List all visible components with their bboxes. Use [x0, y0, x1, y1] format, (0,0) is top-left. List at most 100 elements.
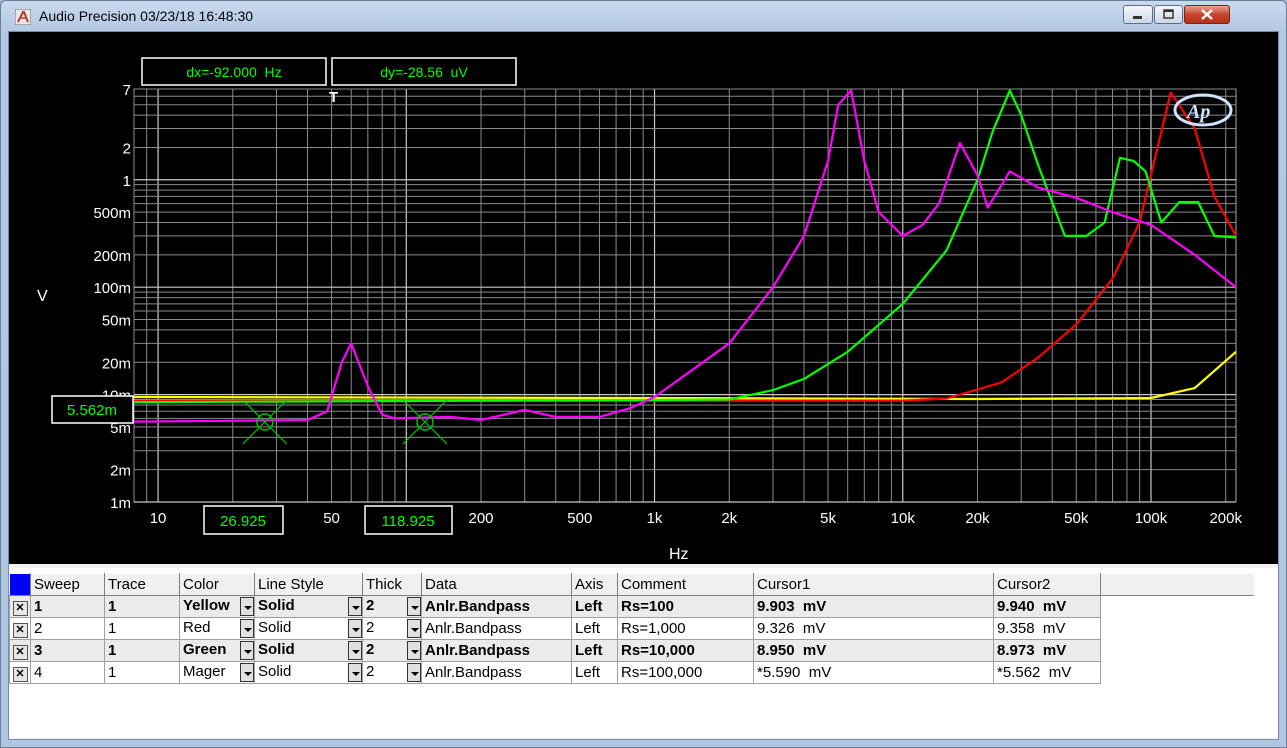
- color-value: Red: [183, 619, 211, 636]
- row-checkbox-cell[interactable]: ✕: [9, 639, 31, 662]
- data-cell[interactable]: Anlr.Bandpass: [421, 661, 572, 684]
- table-row[interactable]: ✕ 2 1 Red Solid 2 Anlr.Bandpass Left Rs=1,000 9.3…: [9, 617, 1254, 640]
- trace-table: Sweep Trace Color Line Style Thick Data …: [9, 573, 1254, 684]
- color-cell[interactable]: Red: [179, 617, 255, 640]
- axis-cell[interactable]: Left: [571, 661, 618, 684]
- comment-cell[interactable]: Rs=100,000: [617, 661, 754, 684]
- thick-value: 2: [366, 597, 375, 614]
- comment-cell[interactable]: Rs=1,000: [617, 617, 754, 640]
- row-checkbox-cell[interactable]: ✕: [9, 617, 31, 640]
- table-row[interactable]: ✕ 4 1 Mager Solid 2 Anlr.Bandpass Left Rs=100,00…: [9, 661, 1254, 684]
- y-tick-label: 1m: [110, 495, 131, 512]
- table-row[interactable]: ✕ 3 1 Green Solid 2 Anlr.Bandpass Left Rs=10,000…: [9, 639, 1254, 662]
- x-tick-label: 50k: [1064, 510, 1089, 527]
- axis-cell[interactable]: Left: [571, 617, 618, 640]
- maximize-icon: [1163, 9, 1174, 19]
- maximize-button[interactable]: [1154, 5, 1183, 24]
- minimize-button[interactable]: [1123, 5, 1153, 24]
- thick-cell[interactable]: 2: [362, 639, 422, 662]
- dropdown-arrow-icon[interactable]: [348, 597, 362, 616]
- dropdown-arrow-icon[interactable]: [348, 641, 362, 660]
- y-tick-label: 500m: [93, 205, 131, 222]
- empty-cell: [1100, 639, 1254, 662]
- row-checkbox-cell[interactable]: ✕: [9, 595, 31, 618]
- comment-cell[interactable]: Rs=100: [617, 595, 754, 618]
- column-header[interactable]: Cursor2: [993, 573, 1101, 596]
- empty-cell: [1100, 617, 1254, 640]
- column-header[interactable]: Data: [421, 573, 572, 596]
- close-button[interactable]: [1184, 5, 1230, 24]
- close-x-icon[interactable]: ✕: [12, 622, 28, 638]
- graph-panel[interactable]: 1020501002005001k2k5k10k20k50k100k200k1m…: [9, 32, 1278, 564]
- sweep-cell[interactable]: 2: [30, 617, 105, 640]
- series-line-4: [133, 89, 1237, 423]
- thick-cell[interactable]: 2: [362, 595, 422, 618]
- y-tick-label: 2m: [110, 463, 131, 480]
- column-header[interactable]: Line Style: [254, 573, 363, 596]
- dropdown-arrow-icon[interactable]: [240, 597, 254, 616]
- series-line-3: [133, 89, 1237, 404]
- dropdown-arrow-icon[interactable]: [407, 663, 421, 682]
- line-style-value: Solid: [258, 663, 292, 680]
- thick-cell[interactable]: 2: [362, 617, 422, 640]
- trace-table-area: Sweep Trace Color Line Style Thick Data …: [9, 568, 1278, 738]
- trace-cell[interactable]: 1: [104, 595, 180, 618]
- thick-cell[interactable]: 2: [362, 661, 422, 684]
- dropdown-arrow-icon[interactable]: [407, 641, 421, 660]
- table-row[interactable]: ✕ 1 1 Yellow Solid 2 Anlr.Bandpass Left Rs=100 9.…: [9, 595, 1254, 618]
- cursor1-cell: 8.950 mV: [753, 639, 994, 662]
- audio-precision-app-icon: [15, 9, 31, 25]
- x-tick-label: 1k: [647, 510, 663, 527]
- data-cell[interactable]: Anlr.Bandpass: [421, 595, 572, 618]
- y-tick-label: 2: [123, 140, 131, 157]
- trace-cell[interactable]: 1: [104, 617, 180, 640]
- y-cursor-readout[interactable]: 5.562m: [67, 402, 117, 419]
- data-cell[interactable]: Anlr.Bandpass: [421, 639, 572, 662]
- color-cell[interactable]: Mager: [179, 661, 255, 684]
- sweep-cell[interactable]: 3: [30, 639, 105, 662]
- color-cell[interactable]: Green: [179, 639, 255, 662]
- dropdown-arrow-icon[interactable]: [240, 619, 254, 638]
- column-header[interactable]: Cursor1: [753, 573, 994, 596]
- cursor1-cell: 9.903 mV: [753, 595, 994, 618]
- select-all-corner[interactable]: [9, 573, 31, 596]
- dropdown-arrow-icon[interactable]: [407, 619, 421, 638]
- data-cell[interactable]: Anlr.Bandpass: [421, 617, 572, 640]
- dropdown-arrow-icon[interactable]: [348, 663, 362, 682]
- column-header[interactable]: Comment: [617, 573, 754, 596]
- dropdown-arrow-icon[interactable]: [348, 619, 362, 638]
- line-style-cell[interactable]: Solid: [254, 661, 363, 684]
- sweep-cell[interactable]: 1: [30, 595, 105, 618]
- column-header[interactable]: Trace: [104, 573, 180, 596]
- close-x-icon[interactable]: ✕: [12, 644, 28, 660]
- dropdown-arrow-icon[interactable]: [240, 641, 254, 660]
- column-header[interactable]: Axis: [571, 573, 618, 596]
- x-tick-label: 20k: [965, 510, 990, 527]
- line-style-value: Solid: [258, 619, 292, 636]
- close-x-icon[interactable]: ✕: [12, 666, 28, 682]
- title-bar[interactable]: Audio Precision 03/23/18 16:48:30: [1, 1, 1286, 31]
- plot-area[interactable]: 1020501002005001k2k5k10k20k50k100k200k1m…: [9, 32, 1278, 564]
- minimize-icon: [1133, 16, 1142, 19]
- dropdown-arrow-icon[interactable]: [407, 597, 421, 616]
- axis-cell[interactable]: Left: [571, 639, 618, 662]
- x-cursor2-readout[interactable]: 118.925: [381, 513, 434, 530]
- line-style-cell[interactable]: Solid: [254, 617, 363, 640]
- color-cell[interactable]: Yellow: [179, 595, 255, 618]
- comment-cell[interactable]: Rs=10,000: [617, 639, 754, 662]
- empty-cell: [1100, 595, 1254, 618]
- line-style-cell[interactable]: Solid: [254, 639, 363, 662]
- column-header[interactable]: Thick: [362, 573, 422, 596]
- sweep-cell[interactable]: 4: [30, 661, 105, 684]
- x-cursor1-readout[interactable]: 26.925: [220, 513, 266, 530]
- trace-cell[interactable]: 1: [104, 661, 180, 684]
- column-header[interactable]: Color: [179, 573, 255, 596]
- dropdown-arrow-icon[interactable]: [240, 663, 254, 682]
- plot-frame: [133, 88, 1237, 503]
- axis-cell[interactable]: Left: [571, 595, 618, 618]
- column-header[interactable]: Sweep: [30, 573, 105, 596]
- line-style-cell[interactable]: Solid: [254, 595, 363, 618]
- trace-cell[interactable]: 1: [104, 639, 180, 662]
- row-checkbox-cell[interactable]: ✕: [9, 661, 31, 684]
- close-x-icon[interactable]: ✕: [12, 600, 28, 616]
